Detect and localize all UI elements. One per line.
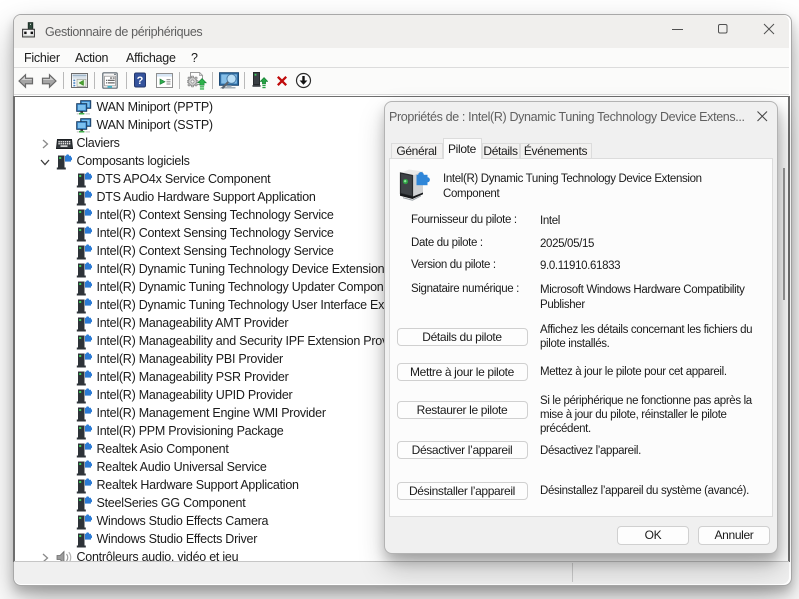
svg-text:?: ?	[137, 75, 144, 87]
